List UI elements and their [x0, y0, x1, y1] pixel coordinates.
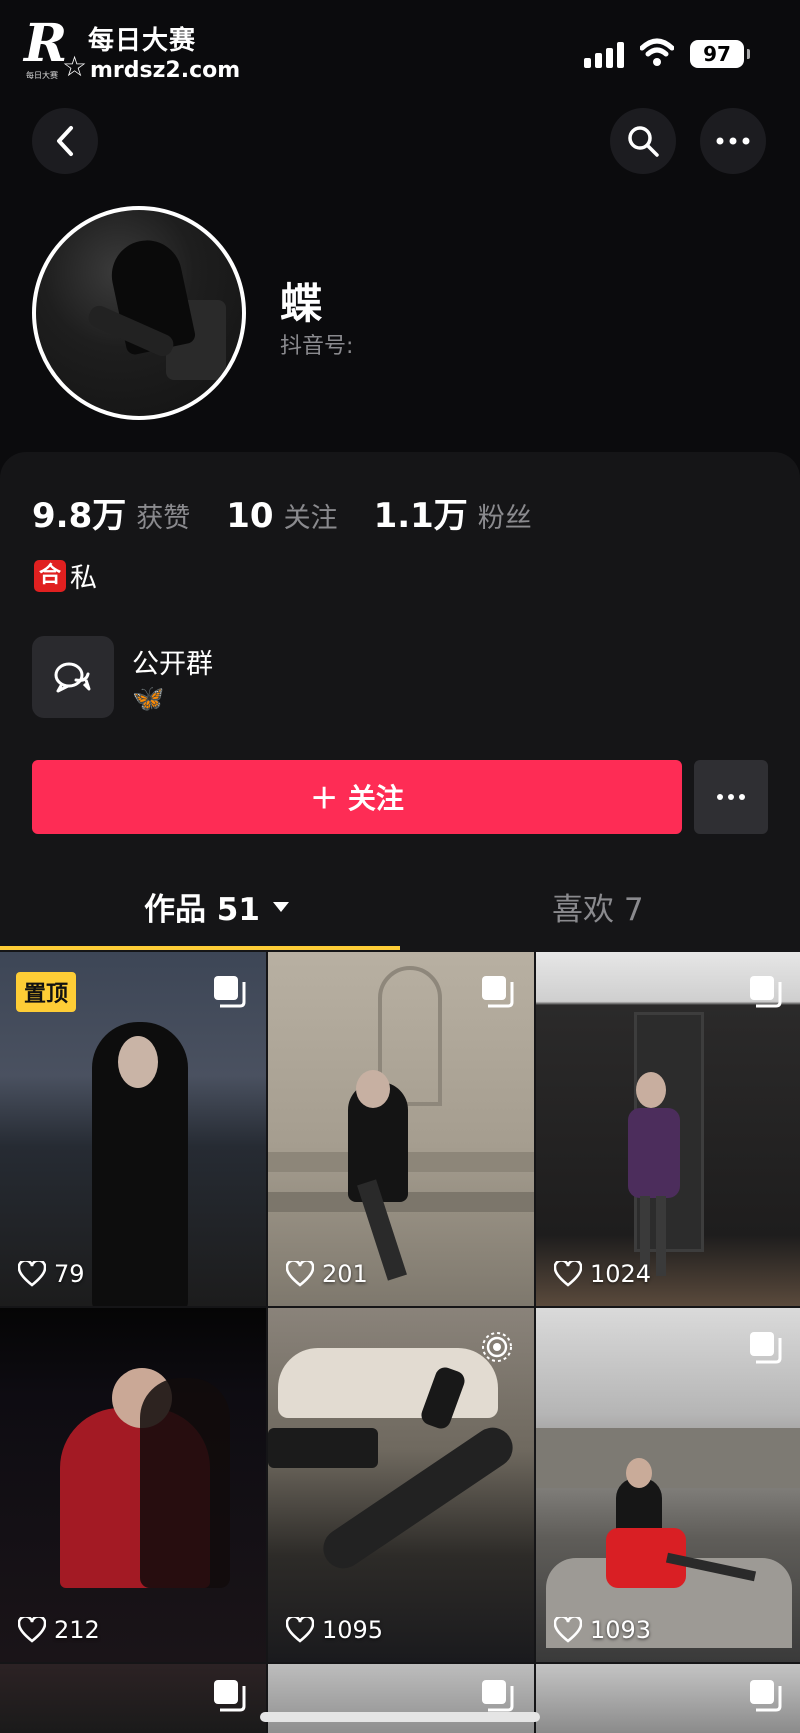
multi-image-icon	[212, 974, 246, 1012]
profile-name: 蝶	[280, 279, 323, 328]
home-indicator[interactable]	[260, 1712, 540, 1722]
status-bar: R ☆ 每日大赛 mrdsz2.com 每日大赛 97	[0, 0, 800, 100]
group-chat-button[interactable]	[32, 636, 114, 718]
tab-indicator	[0, 946, 400, 950]
wifi-icon	[639, 38, 675, 68]
like-count: 79	[18, 1260, 85, 1288]
avatar[interactable]	[32, 206, 246, 420]
video-thumbnail[interactable]	[0, 1664, 266, 1733]
tab-works[interactable]: 作品 51	[144, 884, 290, 929]
like-count: 1024	[554, 1260, 651, 1288]
battery-indicator: 97	[690, 40, 750, 68]
more-options-button[interactable]	[700, 108, 766, 174]
stat-following[interactable]: 10 关注	[226, 496, 337, 536]
follow-button[interactable]: ＋ 关注	[32, 760, 682, 834]
like-count: 201	[286, 1260, 368, 1288]
back-button[interactable]	[32, 108, 98, 174]
video-thumbnail[interactable]: 置顶 79	[0, 952, 266, 1306]
heart-icon	[18, 1617, 46, 1643]
watermark-r-letter: R	[24, 13, 68, 74]
stat-label: 关注	[283, 503, 338, 534]
search-button[interactable]	[610, 108, 676, 174]
like-count: 1093	[554, 1616, 651, 1644]
watermark-small-text: 每日大赛	[26, 71, 58, 80]
tab-likes[interactable]: 喜欢 7	[552, 884, 644, 929]
video-thumbnail[interactable]	[268, 1664, 534, 1733]
chat-bubbles-icon	[54, 662, 91, 693]
follow-more-button[interactable]	[694, 760, 768, 834]
douyin-id: 抖音号:	[280, 334, 354, 359]
heart-icon	[554, 1617, 582, 1643]
pinned-badge: 置顶	[16, 972, 77, 1012]
video-thumbnail[interactable]: 1095	[268, 1308, 534, 1662]
multi-image-icon	[480, 974, 514, 1012]
like-count: 1095	[286, 1616, 383, 1644]
live-photo-icon	[480, 1330, 514, 1368]
multi-image-icon	[748, 1330, 782, 1368]
stat-value: 1.1万	[373, 496, 468, 536]
group-name[interactable]: 公开群	[132, 642, 213, 681]
video-thumbnail[interactable]	[536, 1664, 800, 1733]
more-horizontal-icon	[717, 794, 745, 800]
watermark-title: 每日大赛	[88, 26, 197, 56]
butterfly-icon: 🦋	[132, 684, 165, 714]
multi-image-icon	[212, 1678, 246, 1716]
star-icon: ☆	[62, 50, 88, 83]
stat-value: 9.8万	[32, 496, 127, 536]
video-thumbnail[interactable]: 212	[0, 1308, 266, 1662]
multi-image-icon	[748, 974, 782, 1012]
heart-icon	[286, 1617, 314, 1643]
multi-image-icon	[748, 1678, 782, 1716]
tab-works-label: 作品 51	[144, 892, 260, 928]
stat-value: 10	[226, 496, 274, 536]
he-emoji-icon: 合	[34, 559, 66, 592]
bio: 合 私	[34, 556, 97, 595]
stat-likes[interactable]: 9.8万 获赞	[32, 488, 190, 537]
signal-icon	[584, 42, 626, 68]
chevron-left-icon	[57, 126, 73, 156]
more-horizontal-icon	[716, 137, 750, 145]
caret-down-icon	[272, 901, 289, 912]
video-thumbnail[interactable]: 1093	[536, 1308, 800, 1662]
watermark-url: mrdsz2.com	[90, 58, 241, 83]
heart-icon	[18, 1261, 46, 1287]
video-thumbnail[interactable]: 1024	[536, 952, 800, 1306]
video-thumbnail[interactable]: 201	[268, 952, 534, 1306]
heart-icon	[286, 1261, 314, 1287]
search-icon	[628, 126, 659, 157]
watermark-logo: R ☆ 每日大赛 mrdsz2.com 每日大赛	[20, 14, 260, 84]
stat-followers[interactable]: 1.1万 粉丝	[374, 488, 532, 537]
multi-image-icon	[480, 1678, 514, 1716]
stat-label: 粉丝	[477, 503, 532, 534]
heart-icon	[554, 1261, 582, 1287]
bio-text: 私	[70, 563, 97, 594]
stat-label: 获赞	[136, 503, 191, 534]
tab-likes-label: 喜欢 7	[552, 892, 644, 928]
like-count: 212	[18, 1616, 100, 1644]
stats-row: 9.8万 获赞 10 关注 1.1万 粉丝	[32, 488, 568, 537]
